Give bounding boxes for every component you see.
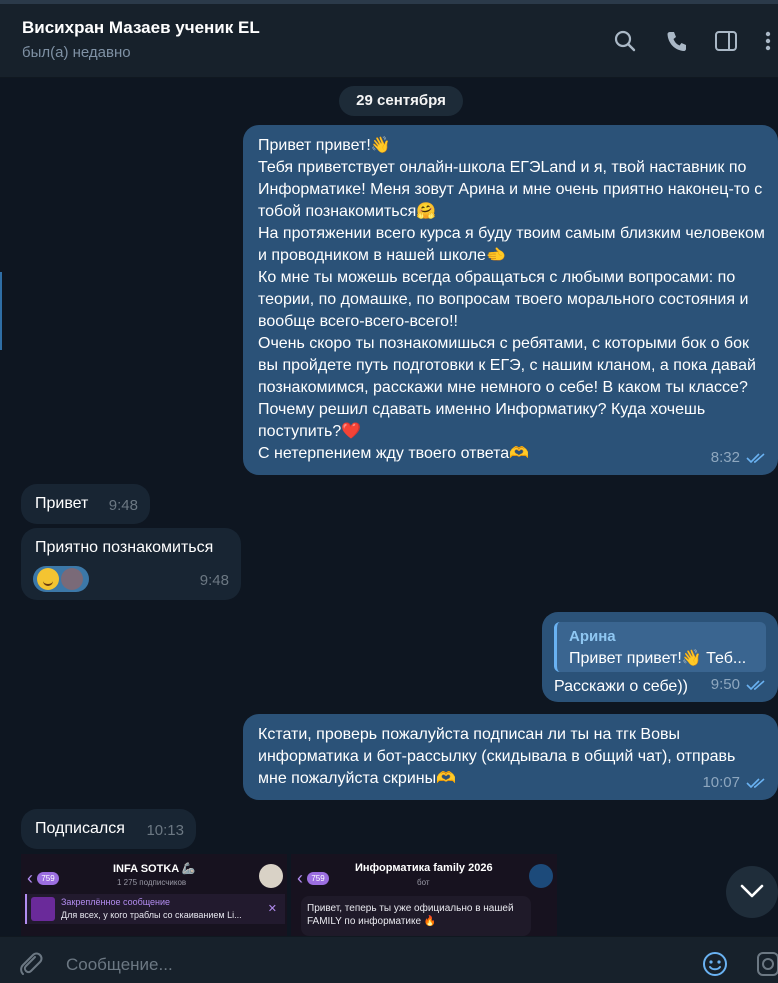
attach-icon[interactable] <box>16 949 44 982</box>
message-outgoing-reply[interactable]: Арина Привет привет!👋 Теб... Расскажи о … <box>542 612 778 702</box>
unread-badge: 759 <box>307 872 329 885</box>
date-separator: 29 сентября <box>339 86 463 116</box>
message-incoming[interactable]: Подписался 10:13 <box>21 809 196 849</box>
message-incoming[interactable]: Приятно познакомиться 9:48 <box>21 528 241 600</box>
message-meta: 10:07 <box>702 772 768 794</box>
message-list[interactable]: 29 сентября Привет привет!👋 Тебя приветс… <box>0 78 778 936</box>
message-input[interactable]: Сообщение... <box>66 955 173 975</box>
pinned-thumbnail <box>31 897 55 921</box>
bot-subtitle: бот <box>417 878 430 887</box>
message-text: Расскажи о себе)) <box>554 678 688 695</box>
channel-subtitle: 1 275 подписчиков <box>117 878 187 887</box>
hugging-face-emoji <box>37 568 59 590</box>
message-composer: Сообщение... <box>0 936 778 983</box>
message-incoming[interactable]: Привет 9:48 <box>21 484 150 524</box>
message-time: 10:07 <box>702 774 740 791</box>
message-time: 9:48 <box>108 497 138 514</box>
message-time: 8:32 <box>710 449 740 466</box>
chat-title[interactable]: Висихран Мазаев ученик EL <box>22 18 260 38</box>
read-ticks-icon <box>746 778 765 789</box>
chat-header: Висихран Мазаев ученик EL был(а) недавно <box>0 4 778 78</box>
pinned-text: Для всех, у кого траблы со скаиванием Li… <box>61 910 242 920</box>
scroll-down-button[interactable] <box>726 866 778 918</box>
message-text: Привет <box>35 495 89 512</box>
bot-message: Привет, теперь ты уже официально в нашей… <box>301 896 531 936</box>
read-ticks-icon <box>746 453 765 464</box>
message-text: Приятно познакомиться <box>35 539 214 556</box>
message-text: Привет привет!👋 Тебя приветствует онлайн… <box>258 137 765 462</box>
sticker-row <box>33 566 89 592</box>
phone-icon[interactable] <box>664 28 690 54</box>
message-time: 10:13 <box>146 822 184 839</box>
close-icon: ✕ <box>267 903 277 915</box>
avatar-sticker <box>61 568 83 590</box>
back-arrow-icon: ‹ <box>27 868 33 888</box>
pinned-title: Закреплённое сообщение <box>61 897 171 907</box>
scroll-indicator <box>0 272 2 350</box>
message-outgoing[interactable]: Кстати, проверь пожалуйста подписан ли т… <box>243 714 778 800</box>
emoji-icon[interactable] <box>702 951 728 982</box>
message-outgoing[interactable]: Привет привет!👋 Тебя приветствует онлайн… <box>243 125 778 475</box>
bot-name: Информатика family 2026 <box>355 862 493 874</box>
message-meta: 10:13 <box>146 820 184 842</box>
sidebar-icon[interactable] <box>713 28 739 54</box>
bot-avatar <box>529 864 553 888</box>
read-ticks-icon <box>746 680 765 691</box>
message-meta: 9:50 <box>711 674 768 696</box>
message-time: 9:50 <box>710 676 740 693</box>
search-icon[interactable] <box>612 28 638 54</box>
reply-author: Арина <box>569 628 616 645</box>
message-text: Подписался <box>35 820 125 837</box>
reaction-pill[interactable] <box>33 566 89 592</box>
channel-name: INFA SOTKA 🦾 <box>113 863 196 875</box>
message-time: 9:48 <box>199 572 229 589</box>
reply-text: Привет привет!👋 Теб... <box>569 650 747 667</box>
unread-badge: 759 <box>37 872 59 885</box>
screenshot-image[interactable]: ‹ 759 INFA SOTKA 🦾 1 275 подписчиков Зак… <box>21 854 287 936</box>
message-meta: 9:48 <box>109 495 138 517</box>
message-meta: 9:48 <box>200 570 229 592</box>
pinned-message: Закреплённое сообщение Для всех, у кого … <box>25 894 285 924</box>
chevron-down-icon <box>740 884 764 898</box>
sticker-icon[interactable] <box>756 951 778 982</box>
channel-avatar <box>259 864 283 888</box>
screenshot-image[interactable]: ‹ 759 Информатика family 2026 бот Привет… <box>291 854 557 936</box>
back-arrow-icon: ‹ <box>297 868 303 888</box>
more-icon[interactable] <box>760 28 776 54</box>
message-meta: 8:32 <box>711 447 768 469</box>
reply-preview[interactable]: Арина Привет привет!👋 Теб... <box>554 622 766 672</box>
chat-status: был(а) недавно <box>22 44 131 61</box>
message-text: Кстати, проверь пожалуйста подписан ли т… <box>258 726 740 787</box>
